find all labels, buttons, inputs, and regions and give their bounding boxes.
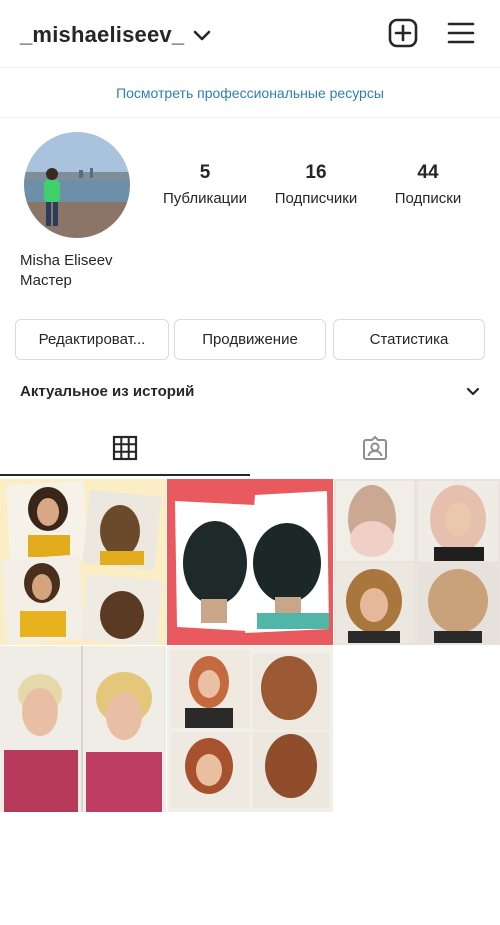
insights-button[interactable]: Статистика — [333, 319, 485, 360]
post-thumbnail[interactable] — [167, 479, 333, 645]
highlights-chevron-down-icon[interactable] — [466, 387, 480, 397]
tab-posts-grid[interactable] — [0, 424, 250, 476]
chevron-down-icon[interactable] — [193, 29, 211, 43]
professional-resources-link[interactable]: Посмотреть профессиональные ресурсы — [0, 68, 500, 118]
edit-profile-button[interactable]: Редактироват... — [15, 319, 169, 360]
profile-name: Misha Eliseev — [20, 252, 113, 269]
post-thumbnail[interactable] — [0, 646, 166, 812]
tagged-person-icon — [363, 435, 387, 460]
top-bar: _mishaeliseev_ — [0, 0, 500, 68]
story-highlights-label[interactable]: Актуальное из историй — [20, 383, 194, 400]
username-title[interactable]: _mishaeliseev_ — [20, 22, 184, 48]
followers-count: 16 — [305, 162, 327, 183]
promote-button[interactable]: Продвижение — [174, 319, 326, 360]
grid-icon — [112, 435, 138, 461]
profile-category: Мастер — [20, 272, 72, 289]
posts-count: 5 — [199, 162, 211, 183]
tab-tagged[interactable] — [250, 424, 500, 476]
post-thumbnail[interactable] — [0, 479, 166, 645]
posts-label: Публикации — [162, 190, 248, 207]
post-thumbnail[interactable] — [334, 479, 500, 645]
following-label: Подписки — [394, 190, 462, 207]
stat-followers[interactable]: 16 Подписчики — [266, 162, 366, 207]
following-count: 44 — [417, 162, 439, 183]
active-tab-indicator — [0, 474, 250, 476]
avatar[interactable] — [24, 132, 130, 238]
stat-following[interactable]: 44 Подписки — [378, 162, 478, 207]
hamburger-menu-icon[interactable] — [446, 20, 476, 46]
followers-label: Подписчики — [274, 190, 358, 207]
plus-square-icon[interactable] — [388, 18, 418, 48]
post-thumbnail[interactable] — [167, 646, 333, 812]
stat-posts[interactable]: 5 Публикации — [155, 162, 255, 207]
